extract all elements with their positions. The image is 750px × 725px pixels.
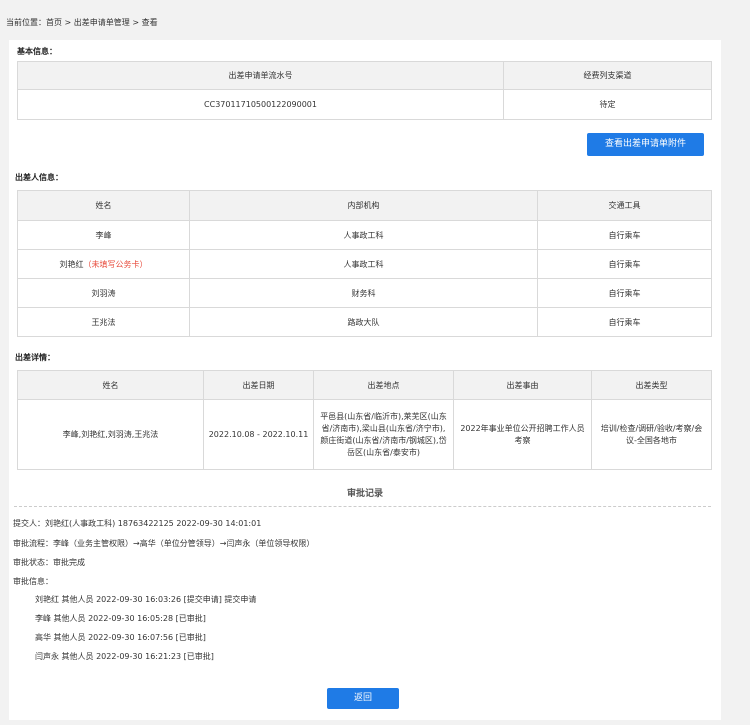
serial-number: CC370117105001220​90001 — [17, 89, 504, 120]
traveler-name: 刘艳红（未填写公务卡） — [17, 249, 190, 279]
approval-record-title: 审批记录 — [346, 489, 383, 499]
breadcrumb: 当前位置：首页 > 出差申请单管理 > 查看 — [6, 18, 158, 27]
submitter-info: 提交人：刘艳红(人事政工科) 18763422125 2022-09-30 14… — [13, 519, 262, 528]
trip-type: 培训/检查/调研/验收/考察/会议-全国各地市 — [591, 399, 712, 470]
trip-places: 平邑县(山东省/临沂市),莱芜区(山东省/济南市),梁山县(山东省/济宁市),颜… — [313, 399, 454, 470]
scrollbar[interactable] — [738, 0, 750, 725]
view-attachment-button[interactable]: 查看出差申请单附件 — [587, 133, 704, 156]
trip-details-table: 姓名 出差日期 出差地点 出差事由 出差类型 李峰,刘艳红,刘羽涛,王兆法 20… — [17, 370, 712, 470]
approval-entry: 闫声永 其他人员 2022-09-30 16:21:23 [已审批] — [35, 652, 214, 661]
main-panel: 基本信息： 出差申请单流水号 经费列支渠道 CC370117105001220​… — [9, 40, 721, 720]
approval-status: 审批状态：审批完成 — [13, 558, 85, 567]
header-name: 姓名 — [17, 190, 190, 221]
basic-info-table: 出差申请单流水号 经费列支渠道 CC370117105001220​90001 … — [17, 61, 712, 120]
header-dates: 出差日期 — [203, 370, 314, 400]
funding-channel: 待定 — [503, 89, 712, 120]
traveler-info-title: 出差人信息： — [15, 173, 63, 182]
header-transport: 交通工具 — [537, 190, 712, 221]
traveler-name: 李峰 — [17, 220, 190, 250]
approval-entry: 刘艳红 其他人员 2022-09-30 16:03:26 [提交申请] 提交申请 — [35, 595, 257, 604]
trip-details-title: 出差详情： — [15, 353, 55, 362]
header-serial: 出差申请单流水号 — [17, 61, 504, 90]
table-row: 刘羽涛 财务科 自行乘车 — [17, 278, 712, 308]
header-type: 出差类型 — [591, 370, 712, 400]
table-row: 李峰 人事政工科 自行乘车 — [17, 220, 712, 250]
approval-info-label: 审批信息： — [13, 577, 53, 586]
traveler-transport: 自行乘车 — [537, 278, 712, 308]
divider — [14, 506, 711, 507]
traveler-name: 刘羽涛 — [17, 278, 190, 308]
header-names: 姓名 — [17, 370, 204, 400]
traveler-name: 王兆法 — [17, 307, 190, 337]
missing-card-warning: （未填写公务卡） — [83, 259, 148, 269]
approval-entry: 李峰 其他人员 2022-09-30 16:05:28 [已审批] — [35, 614, 206, 623]
trip-reason: 2022年事业单位公开招聘工作人员考察 — [453, 399, 592, 470]
basic-info-title: 基本信息： — [17, 47, 57, 56]
traveler-dept: 人事政工科 — [189, 220, 538, 250]
traveler-name-text: 刘艳红 — [59, 259, 84, 269]
traveler-dept: 路政大队 — [189, 307, 538, 337]
trip-names: 李峰,刘艳红,刘羽涛,王兆法 — [17, 399, 204, 470]
traveler-dept: 财务科 — [189, 278, 538, 308]
header-reason: 出差事由 — [453, 370, 592, 400]
traveler-table: 姓名 内部机构 交通工具 李峰 人事政工科 自行乘车 刘艳红（未填写公务卡） 人… — [17, 190, 712, 337]
traveler-dept: 人事政工科 — [189, 249, 538, 279]
approval-entry: 高华 其他人员 2022-09-30 16:07:56 [已审批] — [35, 633, 206, 642]
back-button[interactable]: 返回 — [327, 688, 399, 709]
traveler-transport: 自行乘车 — [537, 307, 712, 337]
table-row: 刘艳红（未填写公务卡） 人事政工科 自行乘车 — [17, 249, 712, 279]
trip-dates: 2022.10.08 - 2022.10.11 — [203, 399, 314, 470]
table-row: 王兆法 路政大队 自行乘车 — [17, 307, 712, 337]
approval-flow: 审批流程：李峰（业务主管权限）→高华（单位分管领导）→闫声永（单位领导权限） — [13, 539, 315, 548]
header-dept: 内部机构 — [189, 190, 538, 221]
traveler-transport: 自行乘车 — [537, 220, 712, 250]
traveler-transport: 自行乘车 — [537, 249, 712, 279]
header-funding: 经费列支渠道 — [503, 61, 712, 90]
header-places: 出差地点 — [313, 370, 454, 400]
